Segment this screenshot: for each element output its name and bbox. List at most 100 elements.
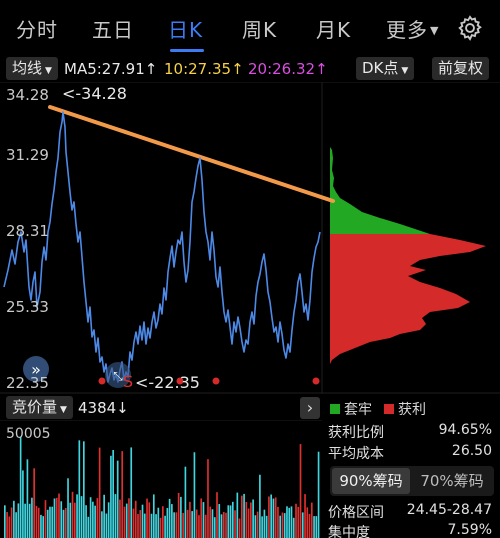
volume-bar bbox=[98, 447, 101, 538]
chip-distribution-profit bbox=[330, 234, 486, 364]
volume-bar bbox=[288, 507, 291, 538]
volume-bar bbox=[101, 511, 103, 538]
volume-bar bbox=[186, 509, 189, 538]
volume-bar bbox=[143, 513, 146, 538]
adjust-button[interactable]: 前复权 bbox=[432, 57, 490, 80]
volume-bar bbox=[189, 501, 191, 538]
volume-header: 竞价量 ▼ 4384↓ › bbox=[0, 394, 322, 420]
price-axis-label: 34.28 bbox=[6, 86, 49, 104]
ma5-value: MA5:27.91↑ bbox=[64, 60, 158, 78]
tab-more[interactable]: 更多 ▼ bbox=[386, 14, 439, 43]
volume-bar bbox=[211, 509, 214, 538]
volume-bar bbox=[146, 498, 148, 538]
volume-bar bbox=[89, 497, 92, 538]
caret-down-icon: ▼ bbox=[45, 66, 52, 76]
volume-bar bbox=[252, 499, 254, 538]
volume-bar bbox=[114, 494, 117, 538]
volume-bar bbox=[268, 496, 270, 538]
volume-bar bbox=[53, 498, 56, 538]
volume-bar bbox=[200, 498, 203, 538]
chip-distribution-trapped bbox=[330, 147, 430, 234]
volume-bar bbox=[123, 506, 126, 538]
volume-bar bbox=[207, 459, 209, 538]
tab-intraday[interactable]: 分时 bbox=[16, 14, 58, 43]
tab-more-label: 更多 bbox=[386, 18, 428, 42]
avg-cost-label: 平均成本 bbox=[328, 446, 384, 462]
volume-bar bbox=[137, 514, 139, 538]
volume-bar bbox=[272, 498, 275, 538]
volume-bar bbox=[44, 500, 47, 538]
volume-bar bbox=[6, 511, 8, 538]
volume-bar bbox=[150, 513, 153, 538]
price-range-value: 24.45-28.47 bbox=[406, 502, 492, 518]
volume-bar bbox=[286, 506, 288, 538]
toggle-70-chip[interactable]: 70%筹码 bbox=[412, 468, 492, 494]
volume-bar bbox=[10, 507, 13, 538]
volume-bar bbox=[315, 516, 318, 538]
volume-bar bbox=[229, 505, 232, 538]
volume-bar bbox=[243, 493, 245, 538]
volume-select[interactable]: 竞价量 ▼ bbox=[6, 396, 73, 419]
volume-bar bbox=[265, 515, 268, 538]
volume-bar bbox=[234, 510, 236, 538]
volume-bar bbox=[125, 503, 128, 538]
volume-bar bbox=[259, 474, 261, 538]
toggle-90-chip[interactable]: 90%筹码 bbox=[332, 468, 410, 494]
volume-bar bbox=[22, 470, 24, 538]
volume-bar bbox=[227, 505, 230, 538]
volume-bar bbox=[69, 502, 72, 538]
legend-profit-label: 获利 bbox=[398, 402, 426, 418]
volume-bar bbox=[13, 500, 15, 538]
volume-bar bbox=[238, 518, 241, 538]
dk-point-button[interactable]: DK点 ▼ bbox=[356, 57, 415, 80]
trend-line bbox=[48, 105, 335, 203]
volume-bar bbox=[241, 495, 243, 538]
profit-ratio-label: 获利比例 bbox=[328, 425, 384, 441]
volume-bar bbox=[263, 509, 266, 538]
volume-bar bbox=[195, 509, 198, 538]
volume-bar bbox=[49, 506, 51, 538]
volume-bar bbox=[261, 516, 263, 538]
volume-bar bbox=[33, 468, 35, 538]
tab-weekly-k[interactable]: 周K bbox=[242, 14, 277, 43]
concentration-row: 集中度 7.59% bbox=[328, 522, 492, 538]
volume-bar bbox=[168, 498, 171, 538]
volume-bar bbox=[301, 512, 304, 538]
volume-select-label: 竞价量 bbox=[12, 398, 58, 416]
tab-five-day[interactable]: 五日 bbox=[92, 14, 134, 43]
volume-bar bbox=[304, 494, 306, 538]
volume-bar bbox=[152, 494, 155, 538]
volume-bar bbox=[85, 505, 87, 538]
volume-bar bbox=[213, 517, 216, 538]
indicator-select[interactable]: 均线 ▼ bbox=[6, 57, 58, 80]
volume-bar bbox=[164, 515, 166, 538]
volume-bar bbox=[236, 492, 239, 538]
volume-bar bbox=[279, 515, 282, 538]
volume-bar bbox=[209, 506, 212, 538]
volume-bar bbox=[182, 512, 184, 538]
chevron-right-icon[interactable]: › bbox=[300, 397, 320, 419]
volume-bar bbox=[231, 501, 234, 538]
volume-bar bbox=[281, 512, 284, 538]
volume-chart[interactable]: 50005 bbox=[0, 420, 322, 538]
volume-bar bbox=[40, 514, 42, 538]
volume-bar bbox=[26, 459, 29, 538]
volume-bar bbox=[274, 497, 277, 538]
volume-bar bbox=[157, 507, 160, 538]
ma20-value: 20:26.32↑ bbox=[248, 60, 328, 78]
volume-bar bbox=[193, 452, 196, 538]
volume-bar bbox=[148, 502, 151, 538]
volume-bar bbox=[119, 499, 121, 538]
kline-chart[interactable]: » ⤡ 34.28 31.29 28.31 25.33 22.35 <-34.2… bbox=[0, 82, 500, 394]
volume-bar bbox=[222, 512, 225, 538]
tab-daily-k[interactable]: 日K bbox=[168, 14, 203, 43]
tab-monthly-k[interactable]: 月K bbox=[316, 14, 351, 43]
price-axis-label: 28.31 bbox=[6, 222, 49, 240]
volume-bar bbox=[103, 494, 105, 538]
volume-bar bbox=[202, 502, 205, 538]
signal-letter: S bbox=[123, 372, 134, 391]
volume-bar bbox=[28, 503, 31, 538]
price-axis-label: 22.35 bbox=[6, 374, 49, 392]
volume-bar bbox=[254, 515, 257, 538]
gear-icon[interactable] bbox=[456, 14, 484, 42]
